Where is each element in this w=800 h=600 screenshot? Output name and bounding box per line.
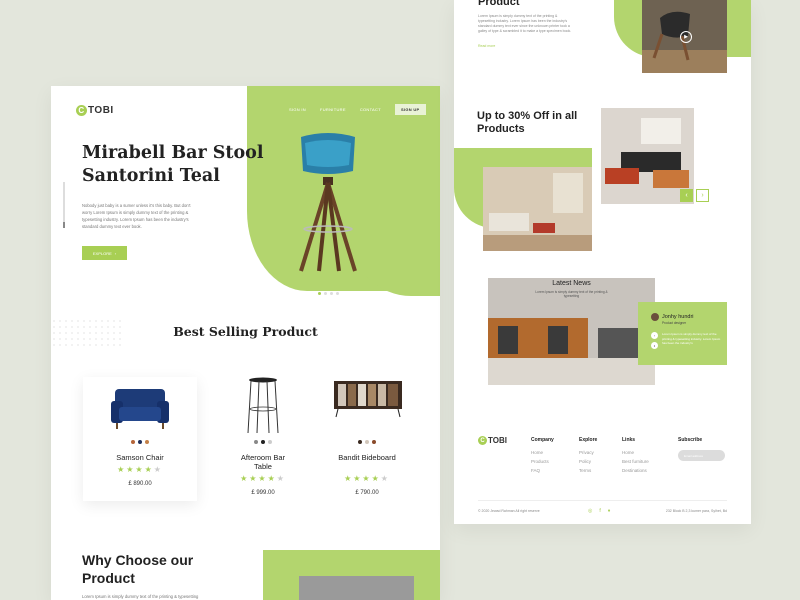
color-swatch[interactable] <box>145 440 149 444</box>
explore-button[interactable]: EXPLORE › <box>82 246 127 260</box>
footer-heading: Explore <box>579 437 598 443</box>
nav-item-sign-in[interactable]: SIGN IN <box>289 107 306 112</box>
chevron-left-icon[interactable]: ‹ <box>680 189 693 202</box>
why-product-image <box>299 576 414 600</box>
product-price: £ 890.00 <box>128 481 152 487</box>
avatar <box>651 313 659 321</box>
footer-link[interactable]: Products <box>531 459 554 464</box>
color-swatch[interactable] <box>138 440 142 444</box>
play-icon[interactable]: ▶ <box>680 31 692 43</box>
instagram-icon[interactable]: ◎ <box>588 508 592 514</box>
footer-column-company: Company Home Products FAQ <box>531 437 554 477</box>
logo-text: TOBI <box>88 105 114 116</box>
explore-button-label: EXPLORE <box>92 250 112 256</box>
vertical-slider-track <box>63 182 65 224</box>
footer-link[interactable]: Home <box>622 450 649 455</box>
nav-item-furniture[interactable]: FURNITURE <box>320 107 346 112</box>
color-swatch[interactable] <box>254 440 258 444</box>
home-page-mockup: C TOBI SIGN IN FURNITURE CONTACT SIGN UP… <box>51 86 440 600</box>
sideboard-image <box>334 381 402 418</box>
read-more-link[interactable]: Read more <box>478 44 495 48</box>
product-section-description: Lorem Ipsum is simply dummy text of the … <box>478 14 572 33</box>
footer-column-explore: Explore Privacy Policy Terms <box>579 437 597 477</box>
logo-mark: C <box>478 436 487 445</box>
product-price: £ 790.00 <box>355 490 379 496</box>
living-room-illustration <box>483 167 592 251</box>
footer-link[interactable]: FAQ <box>531 468 554 473</box>
color-swatch[interactable] <box>261 440 265 444</box>
bar-table-image <box>247 377 279 434</box>
subscribe-email-input[interactable]: Email address <box>678 450 725 461</box>
product-card[interactable]: Afteroom Bar Table ★★★★★ £ 999.00 <box>206 377 320 501</box>
twitter-icon[interactable]: ♦ <box>608 508 611 514</box>
rating-stars: ★★★★★ <box>117 465 163 474</box>
footer-link[interactable]: Policy <box>579 459 597 464</box>
carousel-dot[interactable] <box>330 292 333 295</box>
footer-link[interactable]: Privacy <box>579 450 597 455</box>
bar-stool-image <box>299 133 357 272</box>
carousel-dot[interactable] <box>324 292 327 295</box>
logo[interactable]: C TOBI <box>76 105 114 116</box>
product-card[interactable]: Samson Chair ★★★★★ £ 890.00 <box>83 377 197 501</box>
color-swatches <box>206 440 320 444</box>
footer-link[interactable]: Destinations <box>622 468 649 473</box>
best-selling-title: Best Selling Product <box>173 324 318 339</box>
main-nav: SIGN IN FURNITURE CONTACT SIGN UP <box>289 104 426 115</box>
product-card[interactable]: Bandit Bideboard ★★★★★ £ 790.00 <box>310 377 424 501</box>
landing-page-mockup: Product Lorem Ipsum is simply dummy text… <box>454 0 751 524</box>
latest-news-description: Lorem Ipsum is simply dummy text of the … <box>535 290 608 298</box>
footer-column-links: Links Home Best furniture Destinations <box>622 437 649 477</box>
address-text: 232 Block B 2,3 kumer para, Sylhet, Bd <box>665 509 727 513</box>
offer-title: Up to 30% Off in all Products <box>477 110 578 135</box>
product-section-title: Product <box>478 0 520 8</box>
vertical-slider-indicator[interactable] <box>63 222 65 228</box>
copyright-text: © 2020 Jewad Rahman All right reserve <box>478 509 540 513</box>
facebook-icon[interactable]: f <box>599 508 600 514</box>
logo-mark: C <box>76 105 87 116</box>
product-name: Afteroom Bar Table <box>240 453 286 471</box>
footer-logo[interactable]: C TOBI <box>478 436 507 445</box>
chevron-right-icon[interactable]: › <box>696 189 709 202</box>
nav-item-contact[interactable]: CONTACT <box>360 107 381 112</box>
footer-link[interactable]: Terms <box>579 468 597 473</box>
carousel-dot[interactable] <box>336 292 339 295</box>
footer-heading: Company <box>531 437 554 443</box>
product-price: £ 999.00 <box>251 490 275 496</box>
living-room-image <box>483 167 592 251</box>
chat-icon[interactable]: ◦ <box>651 332 658 339</box>
rating-stars: ★★★★★ <box>240 474 286 483</box>
color-swatch[interactable] <box>268 440 272 444</box>
product-name: Bandit Bideboard <box>338 453 396 462</box>
footer-heading: Subscribe <box>678 437 703 443</box>
carousel-dot[interactable] <box>318 292 321 295</box>
color-swatch[interactable] <box>358 440 362 444</box>
hero-title: Mirabell Bar Stool Santorini Teal <box>82 143 264 186</box>
footer-link[interactable]: Home <box>531 450 554 455</box>
color-swatch[interactable] <box>365 440 369 444</box>
signup-button[interactable]: SIGN UP <box>394 104 426 115</box>
testimonial-role: Product designer <box>662 321 687 325</box>
why-choose-description: Lorem Ipsum is simply dummy text of the … <box>82 594 199 599</box>
armchair-image <box>111 389 169 429</box>
footer-heading: Links <box>622 437 636 443</box>
footer-link[interactable]: Best furniture <box>622 459 649 464</box>
color-swatch[interactable] <box>131 440 135 444</box>
testimonial-name: Jonhy hundri <box>662 314 694 320</box>
footer-column-subscribe: Subscribe <box>678 437 702 450</box>
why-choose-title: Why Choose our Product <box>82 552 194 586</box>
social-links: ◎ f ♦ <box>588 508 610 514</box>
logo-text: TOBI <box>488 436 507 445</box>
footer-divider <box>478 500 727 501</box>
latest-news-title: Latest News <box>552 280 591 287</box>
hero-description: Nobody just baby is a sumer unless it's … <box>82 203 191 229</box>
rating-stars: ★★★★★ <box>344 474 390 483</box>
chevron-right-icon: › <box>114 250 117 256</box>
color-swatches <box>310 440 424 444</box>
product-name: Samson Chair <box>116 453 164 462</box>
carousel-dots <box>318 292 339 295</box>
testimonial-text: Lorem Ipsum is simply dummy text of the … <box>662 332 721 345</box>
color-swatch[interactable] <box>372 440 376 444</box>
twitter-icon[interactable]: • <box>651 342 658 349</box>
color-swatches <box>83 440 197 444</box>
